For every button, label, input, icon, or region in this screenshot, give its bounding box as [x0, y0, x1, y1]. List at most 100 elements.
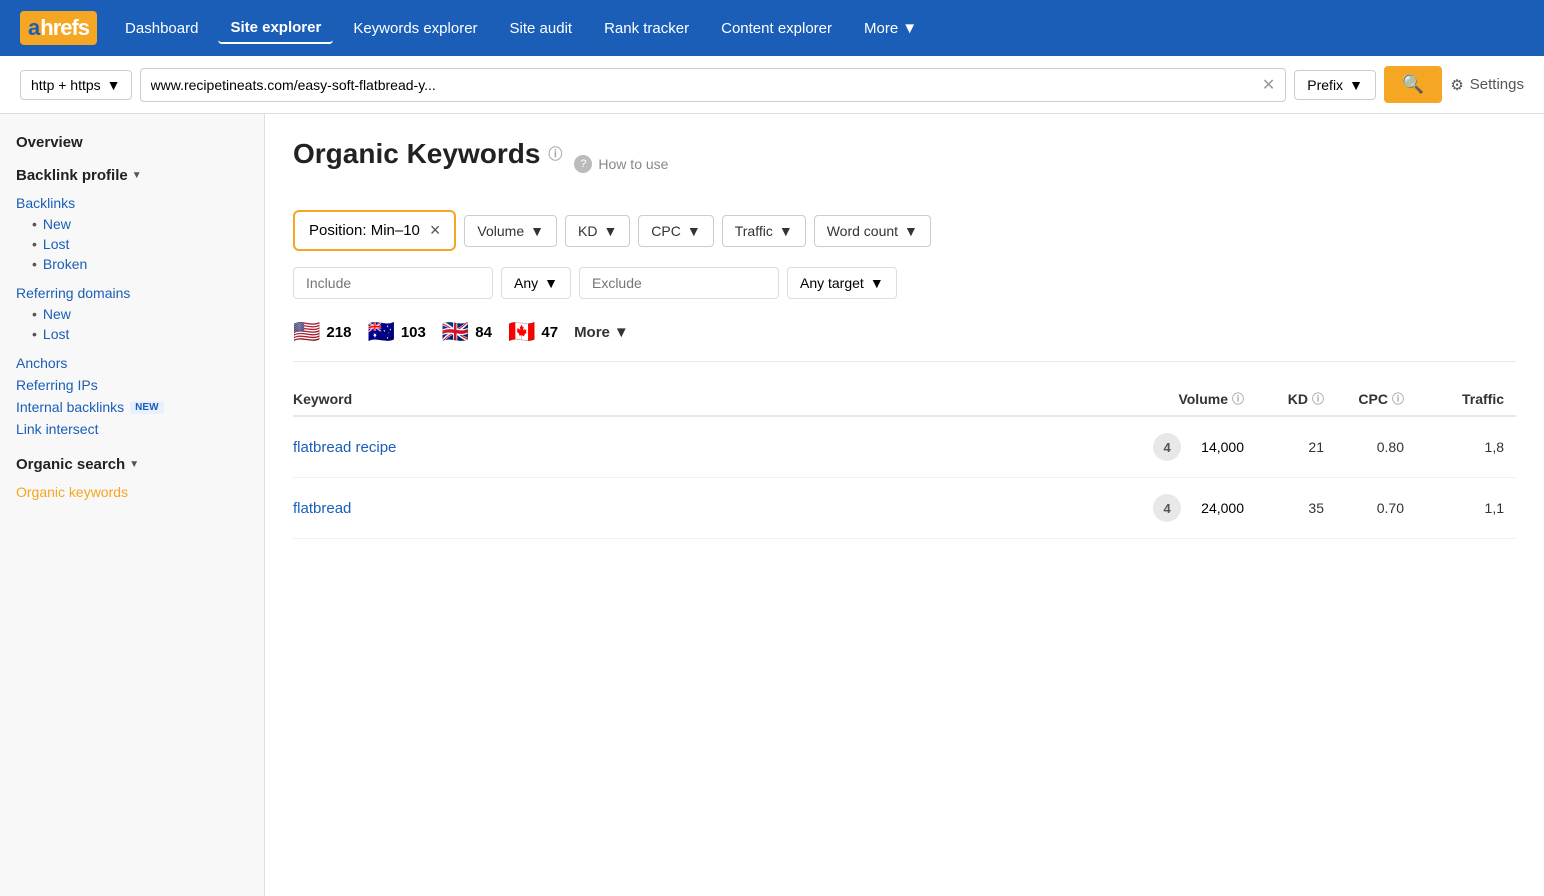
sidebar-item-referring-domains-lost[interactable]: Lost — [32, 324, 248, 344]
traffic-filter-button[interactable]: Traffic ▼ — [722, 215, 806, 247]
keyword-link[interactable]: flatbread — [293, 500, 351, 517]
country-us[interactable]: 🇺🇸 218 — [293, 319, 351, 345]
filters-row-2: Any ▼ Any target ▼ — [293, 267, 1516, 299]
search-button[interactable]: 🔍 — [1384, 66, 1442, 103]
kd-cell: 35 — [1256, 500, 1336, 516]
clear-url-button[interactable]: ✕ — [1262, 75, 1275, 95]
chevron-down-icon: ▼ — [870, 275, 884, 291]
country-au[interactable]: 🇦🇺 103 — [367, 319, 425, 345]
sidebar-referring-domains-sub: New Lost — [16, 304, 248, 344]
country-ca[interactable]: 🇨🇦 47 — [508, 319, 558, 345]
info-icon[interactable]: ⓘ — [1312, 390, 1324, 407]
info-icon[interactable]: ⓘ — [1232, 390, 1244, 407]
settings-button[interactable]: ⚙ Settings — [1450, 76, 1524, 94]
nav-rank-tracker[interactable]: Rank tracker — [592, 14, 701, 43]
sidebar-item-internal-backlinks[interactable]: Internal backlinks NEW — [16, 396, 248, 418]
logo[interactable]: a hrefs — [20, 11, 97, 45]
chevron-down-icon: ▼ — [614, 324, 629, 341]
traffic-cell: 1,8 — [1416, 439, 1516, 455]
info-icon[interactable]: ⓘ — [548, 144, 562, 164]
keyword-cell: flatbread — [293, 500, 1136, 517]
nav-site-explorer[interactable]: Site explorer — [218, 13, 333, 44]
keyword-cell: flatbread recipe — [293, 439, 1136, 456]
info-icon[interactable]: ⓘ — [1392, 390, 1404, 407]
filters-row-1: Position: Min–10 × Volume ▼ KD ▼ CPC ▼ T… — [293, 210, 1516, 251]
gb-flag: 🇬🇧 — [442, 319, 469, 345]
nav-more[interactable]: More ▼ — [852, 14, 929, 43]
th-keyword: Keyword — [293, 390, 1136, 407]
sidebar-backlinks-sub: New Lost Broken — [16, 214, 248, 274]
chevron-down-icon: ▼ — [1349, 77, 1363, 93]
sidebar-item-referring-domains-new[interactable]: New — [32, 304, 248, 324]
more-countries-button[interactable]: More ▼ — [574, 324, 629, 341]
url-input-wrap: ✕ — [140, 68, 1287, 102]
country-gb[interactable]: 🇬🇧 84 — [442, 319, 492, 345]
search-bar: http + https ▼ ✕ Prefix ▼ 🔍 ⚙ Settings — [0, 56, 1544, 114]
protocol-select[interactable]: http + https ▼ — [20, 70, 132, 100]
prefix-select[interactable]: Prefix ▼ — [1294, 70, 1376, 100]
th-cpc: CPC ⓘ — [1336, 390, 1416, 407]
sidebar-item-link-intersect[interactable]: Link intersect — [16, 418, 248, 440]
exclude-input[interactable] — [579, 267, 779, 299]
nav-keywords-explorer[interactable]: Keywords explorer — [341, 14, 489, 43]
help-icon: ? — [574, 155, 592, 173]
nav-site-audit[interactable]: Site audit — [498, 14, 585, 43]
th-kd: KD ⓘ — [1256, 390, 1336, 407]
chevron-down-icon: ▼ — [779, 223, 793, 239]
cpc-cell: 0.70 — [1336, 500, 1416, 516]
position-filter[interactable]: Position: Min–10 × — [293, 210, 456, 251]
include-input[interactable] — [293, 267, 493, 299]
sidebar-item-backlinks-lost[interactable]: Lost — [32, 234, 248, 254]
sidebar-item-backlinks-broken[interactable]: Broken — [32, 254, 248, 274]
title-row: Organic Keywords ⓘ ? How to use — [293, 138, 1516, 190]
chevron-down-icon: ▼ — [544, 275, 558, 291]
chevron-down-icon: ▼ — [902, 20, 917, 37]
logo-a: a — [28, 15, 40, 41]
nav-dashboard[interactable]: Dashboard — [113, 14, 210, 43]
chevron-down-icon: ▼ — [132, 170, 142, 181]
sidebar-item-referring-ips[interactable]: Referring IPs — [16, 374, 248, 396]
kd-cell: 21 — [1256, 439, 1336, 455]
any-target-select[interactable]: Any target ▼ — [787, 267, 897, 299]
any-select[interactable]: Any ▼ — [501, 267, 571, 299]
th-traffic: Traffic — [1416, 390, 1516, 407]
table-header: Keyword Volume ⓘ KD ⓘ CPC ⓘ Traffic — [293, 382, 1516, 417]
sidebar-item-referring-domains[interactable]: Referring domains — [16, 282, 248, 304]
page-title: Organic Keywords ⓘ — [293, 138, 562, 170]
logo-hrefs: hrefs — [40, 15, 89, 41]
main-content: Organic Keywords ⓘ ? How to use Position… — [265, 114, 1544, 896]
sidebar-item-anchors[interactable]: Anchors — [16, 352, 248, 374]
chevron-down-icon: ▼ — [603, 223, 617, 239]
position-badge: 4 — [1153, 494, 1181, 522]
top-navigation: a hrefs Dashboard Site explorer Keywords… — [0, 0, 1544, 56]
sidebar-item-backlinks[interactable]: Backlinks — [16, 192, 248, 214]
how-to-use[interactable]: ? How to use — [574, 155, 668, 173]
chevron-down-icon: ▼ — [687, 223, 701, 239]
keyword-link[interactable]: flatbread recipe — [293, 439, 396, 456]
cpc-filter-button[interactable]: CPC ▼ — [638, 215, 713, 247]
new-badge: NEW — [130, 401, 163, 414]
cpc-cell: 0.80 — [1336, 439, 1416, 455]
kd-filter-button[interactable]: KD ▼ — [565, 215, 630, 247]
chevron-down-icon: ▼ — [530, 223, 544, 239]
traffic-cell: 1,1 — [1416, 500, 1516, 516]
sidebar-item-backlinks-new[interactable]: New — [32, 214, 248, 234]
volume-filter-button[interactable]: Volume ▼ — [464, 215, 557, 247]
chevron-down-icon: ▼ — [129, 459, 139, 470]
url-input[interactable] — [151, 77, 1256, 93]
chevron-down-icon: ▼ — [904, 223, 918, 239]
word-count-filter-button[interactable]: Word count ▼ — [814, 215, 931, 247]
nav-content-explorer[interactable]: Content explorer — [709, 14, 844, 43]
search-icon: 🔍 — [1402, 74, 1424, 94]
sidebar-backlink-profile[interactable]: Backlink profile ▼ — [16, 167, 248, 184]
sidebar-organic-search[interactable]: Organic search ▼ — [16, 456, 248, 473]
th-volume: Volume ⓘ — [1136, 390, 1256, 407]
clear-position-filter-button[interactable]: × — [430, 220, 441, 241]
ca-flag: 🇨🇦 — [508, 319, 535, 345]
table-row: flatbread 4 24,000 35 0.70 1,1 — [293, 478, 1516, 539]
table-row: flatbread recipe 4 14,000 21 0.80 1,8 — [293, 417, 1516, 478]
sidebar: Overview Backlink profile ▼ Backlinks Ne… — [0, 114, 265, 896]
main-layout: Overview Backlink profile ▼ Backlinks Ne… — [0, 114, 1544, 896]
volume-cell: 4 24,000 — [1136, 494, 1256, 522]
sidebar-item-organic-keywords[interactable]: Organic keywords — [16, 481, 248, 503]
